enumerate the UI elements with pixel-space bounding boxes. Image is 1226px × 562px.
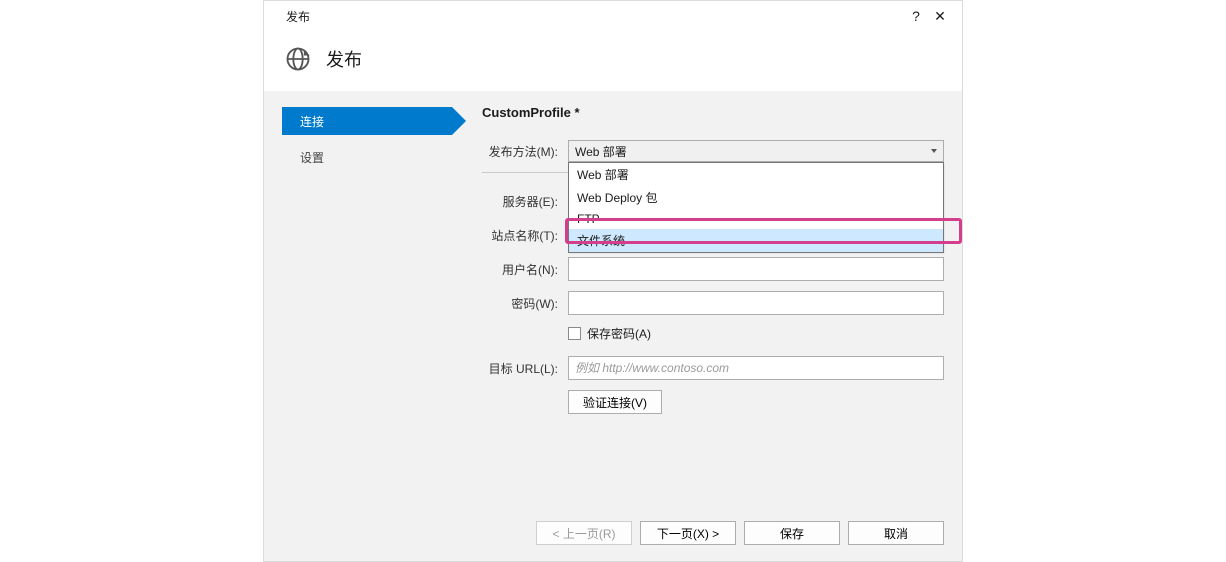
pass-input[interactable]: [568, 291, 944, 315]
sidebar-item-label: 设置: [300, 149, 324, 166]
save-pass-checkbox[interactable]: [568, 327, 581, 340]
row-save-pass: 保存密码(A): [482, 325, 944, 342]
publish-dialog: 发布 ? ✕ 发布 连接 设置 Custo: [263, 0, 963, 562]
prev-button[interactable]: < 上一页(R): [536, 521, 632, 545]
row-dest-url: 目标 URL(L):: [482, 356, 944, 380]
user-input[interactable]: [568, 257, 944, 281]
dialog-header: 发布: [264, 31, 962, 91]
save-button[interactable]: 保存: [744, 521, 840, 545]
header-title: 发布: [326, 46, 362, 72]
cancel-button[interactable]: 取消: [848, 521, 944, 545]
publish-method-dropdown: Web 部署 Web Deploy 包 FTP 文件系统: [568, 162, 944, 253]
label-dest-url: 目标 URL(L):: [482, 360, 568, 377]
label-user: 用户名(N):: [482, 261, 568, 278]
dialog-footer: < 上一页(R) 下一页(X) > 保存 取消: [282, 497, 944, 545]
label-pass: 密码(W):: [482, 295, 568, 312]
profile-name: CustomProfile *: [482, 105, 944, 120]
save-pass-label: 保存密码(A): [587, 325, 651, 342]
sidebar-item-label: 连接: [300, 113, 324, 130]
dest-url-input[interactable]: [568, 356, 944, 380]
row-pass: 密码(W):: [482, 291, 944, 315]
titlebar: 发布 ? ✕: [264, 1, 962, 31]
globe-icon: [284, 45, 312, 73]
option-web-deploy-pkg[interactable]: Web Deploy 包: [569, 186, 943, 209]
label-publish-method: 发布方法(M):: [482, 143, 568, 160]
next-button[interactable]: 下一页(X) >: [640, 521, 736, 545]
label-site: 站点名称(T):: [482, 227, 568, 244]
dialog-body: 连接 设置 CustomProfile * 发布方法(M): Web 部署 We…: [264, 91, 962, 561]
publish-method-select[interactable]: Web 部署: [568, 140, 944, 162]
row-validate: 验证连接(V): [482, 390, 944, 414]
option-ftp[interactable]: FTP: [569, 209, 943, 229]
wizard-sidebar: 连接 设置: [282, 105, 452, 497]
dialog-title: 发布: [286, 8, 904, 25]
publish-method-selected: Web 部署: [575, 143, 627, 160]
row-publish-method: 发布方法(M): Web 部署 Web 部署 Web Deploy 包 FTP …: [482, 140, 944, 162]
option-web-deploy[interactable]: Web 部署: [569, 163, 943, 186]
help-icon[interactable]: ?: [904, 8, 928, 24]
publish-form: CustomProfile * 发布方法(M): Web 部署 Web 部署 W…: [452, 105, 944, 497]
validate-button[interactable]: 验证连接(V): [568, 390, 662, 414]
label-server: 服务器(E):: [482, 193, 568, 210]
row-user: 用户名(N):: [482, 257, 944, 281]
close-icon[interactable]: ✕: [928, 8, 952, 25]
sidebar-item-connection[interactable]: 连接: [282, 107, 452, 135]
option-file-system[interactable]: 文件系统: [569, 229, 943, 252]
sidebar-item-settings[interactable]: 设置: [282, 143, 452, 171]
